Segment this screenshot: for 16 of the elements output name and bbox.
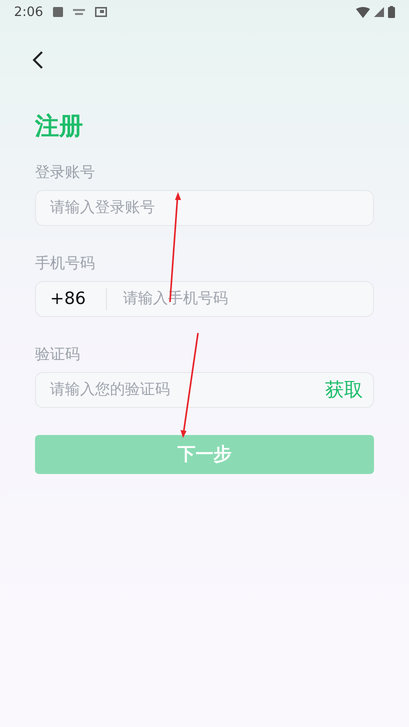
- text-field[interactable]: 请输入您的验证码 获取: [35, 372, 374, 408]
- field-label: 验证码: [35, 344, 81, 364]
- get-code-button[interactable]: 获取: [325, 376, 363, 403]
- wifi-icon: [356, 6, 370, 18]
- input-field[interactable]: 请输入您的验证码: [50, 381, 325, 398]
- page-title: 注册: [35, 112, 84, 141]
- country-code[interactable]: +86: [50, 288, 106, 309]
- screen-icon: [95, 7, 108, 17]
- text-field[interactable]: 请输入登录账号: [35, 190, 374, 226]
- keyboard-icon: [73, 9, 86, 15]
- field-label: 手机号码: [35, 254, 96, 273]
- battery-icon: [388, 6, 395, 18]
- status-time: 2:06: [14, 4, 44, 20]
- signal-icon: [374, 7, 384, 17]
- field-label: 登录账号: [35, 162, 96, 182]
- input-field[interactable]: 请输入登录账号: [50, 199, 363, 216]
